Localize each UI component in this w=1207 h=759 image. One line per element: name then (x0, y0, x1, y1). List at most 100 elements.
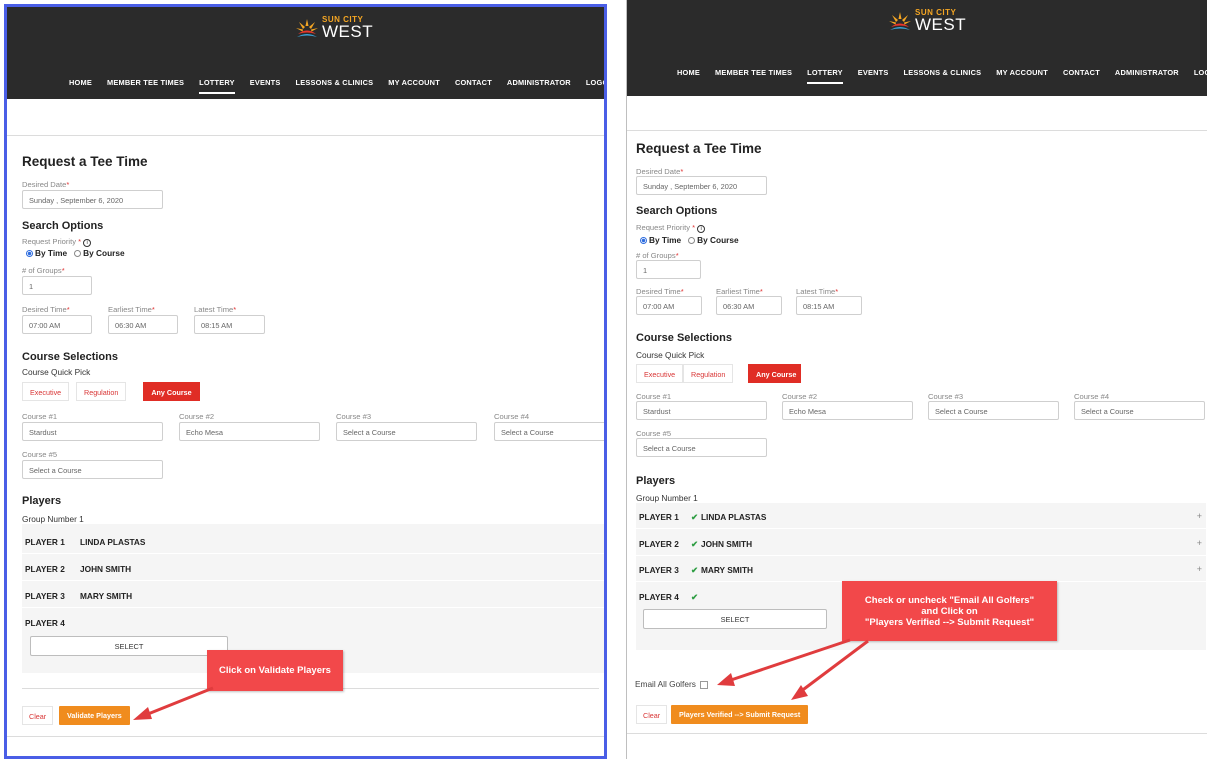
quick-pick-executive-button[interactable]: Executive (636, 364, 684, 383)
nav-administrator[interactable]: ADMINISTRATOR (507, 78, 571, 87)
validate-players-button[interactable]: Validate Players (59, 706, 130, 725)
clear-button[interactable]: Clear (636, 705, 668, 724)
desired-time-field[interactable]: 07:00 AM (22, 315, 92, 334)
nav-member-tee-times[interactable]: MEMBER TEE TIMES (715, 68, 792, 77)
player-row[interactable]: PLAYER 3 ✔ MARY SMITH + (636, 556, 1206, 582)
expand-icon[interactable]: + (1197, 538, 1202, 548)
radio-by-course[interactable]: By Course (74, 248, 125, 258)
course4-select[interactable]: Select a Course (494, 422, 604, 441)
search-options-heading: Search Options (636, 205, 718, 217)
logo-line2: WEST (322, 22, 374, 41)
nav-logout[interactable]: LOGOUT (1194, 68, 1207, 77)
nav-home[interactable]: HOME (677, 68, 700, 77)
group-number-label: Group Number 1 (22, 514, 84, 524)
nav-logout[interactable]: LOGOUT (586, 78, 604, 87)
clear-button[interactable]: Clear (22, 706, 54, 725)
divider (7, 135, 604, 136)
desired-date-field[interactable]: Sunday , September 6, 2020 (636, 176, 767, 195)
check-icon: ✔ (691, 539, 698, 549)
nav-events[interactable]: EVENTS (250, 78, 281, 87)
course3-select[interactable]: Select a Course (336, 422, 477, 441)
nav-lottery[interactable]: LOTTERY (199, 78, 235, 94)
nav-member-tee-times[interactable]: MEMBER TEE TIMES (107, 78, 184, 87)
quick-pick-executive-button[interactable]: Executive (22, 382, 70, 401)
divider (7, 736, 604, 737)
info-icon[interactable]: i (697, 225, 706, 233)
course4-label: Course #4 (494, 412, 530, 421)
nav-lessons-clinics[interactable]: LESSONS & CLINICS (296, 78, 374, 87)
nav-my-account[interactable]: MY ACCOUNT (388, 78, 440, 87)
sun-city-west-logo[interactable]: SUN CITY WEST (295, 16, 373, 40)
course1-select[interactable]: Stardust (636, 401, 767, 420)
sun-city-west-logo[interactable]: SUN CITY WEST (888, 9, 966, 33)
quick-pick-regulation-button[interactable]: Regulation (683, 364, 734, 383)
radio-by-time[interactable]: By Time (26, 248, 67, 258)
course2-select[interactable]: Echo Mesa (782, 401, 913, 420)
course5-label: Course #5 (636, 429, 672, 438)
select-player-button[interactable]: SELECT (643, 609, 827, 629)
radio-unselected-icon (74, 249, 82, 257)
top-navigation-bar: SUN CITY WEST HOME MEMBER TEE TIMES LOTT… (7, 7, 604, 99)
player-row[interactable]: PLAYER 2 JOHN SMITH (22, 555, 604, 581)
nav-events[interactable]: EVENTS (858, 68, 889, 77)
radio-by-time[interactable]: By Time (640, 235, 681, 245)
expand-icon[interactable]: + (1197, 511, 1202, 521)
nav-lessons-clinics[interactable]: LESSONS & CLINICS (904, 68, 982, 77)
quick-pick-any-course-button[interactable]: Any Course (143, 382, 200, 401)
course5-select[interactable]: Select a Course (22, 460, 163, 479)
sunburst-icon (296, 19, 318, 37)
right-screenshot-panel: SUN CITY WEST HOME MEMBER TEE TIMES LOTT… (626, 0, 1207, 759)
nav-contact[interactable]: CONTACT (455, 78, 492, 87)
latest-time-label: Latest Time* (796, 287, 839, 296)
nav-administrator[interactable]: ADMINISTRATOR (1115, 68, 1179, 77)
player-row[interactable]: PLAYER 1 ✔ LINDA PLASTAS + (636, 503, 1206, 529)
quick-pick-any-course-button[interactable]: Any Course (748, 364, 801, 383)
course4-label: Course #4 (1074, 392, 1110, 401)
player-row[interactable]: PLAYER 3 MARY SMITH (22, 582, 604, 608)
annotation-callout: Click on Validate Players (207, 650, 343, 691)
info-icon[interactable]: i (83, 239, 92, 247)
groups-label: # of Groups* (22, 266, 65, 275)
submit-request-button[interactable]: Players Verified --> Submit Request (671, 705, 809, 724)
nav-my-account[interactable]: MY ACCOUNT (996, 68, 1048, 77)
groups-label: # of Groups* (636, 251, 679, 260)
desired-time-field[interactable]: 07:00 AM (636, 296, 702, 315)
left-screenshot-panel: SUN CITY WEST HOME MEMBER TEE TIMES LOTT… (4, 4, 607, 759)
latest-time-field[interactable]: 08:15 AM (796, 296, 862, 315)
groups-field[interactable]: 1 (22, 276, 92, 295)
course-selections-heading: Course Selections (22, 351, 118, 363)
player-row[interactable]: PLAYER 2 ✔ JOHN SMITH + (636, 530, 1206, 556)
radio-by-course[interactable]: By Course (688, 235, 739, 245)
main-nav: HOME MEMBER TEE TIMES LOTTERY EVENTS LES… (69, 71, 604, 94)
players-heading: Players (22, 495, 62, 507)
nav-lottery[interactable]: LOTTERY (807, 68, 843, 84)
request-priority-label: Request Priority * i (22, 237, 92, 247)
course2-select[interactable]: Echo Mesa (179, 422, 320, 441)
select-player-button[interactable]: SELECT (30, 636, 228, 656)
course4-select[interactable]: Select a Course (1074, 401, 1205, 420)
course5-select[interactable]: Select a Course (636, 438, 767, 457)
quick-pick-label: Course Quick Pick (636, 350, 705, 360)
desired-time-label: Desired Time* (22, 305, 70, 314)
player-row[interactable]: PLAYER 1 LINDA PLASTAS (22, 528, 604, 554)
desired-date-field[interactable]: Sunday , September 6, 2020 (22, 190, 163, 209)
course3-select[interactable]: Select a Course (928, 401, 1059, 420)
email-all-golfers[interactable]: Email All Golfers (635, 679, 708, 689)
nav-contact[interactable]: CONTACT (1063, 68, 1100, 77)
page-title: Request a Tee Time (22, 154, 148, 169)
earliest-time-field[interactable]: 06:30 AM (108, 315, 178, 334)
groups-field[interactable]: 1 (636, 260, 701, 279)
request-priority-label: Request Priority * i (636, 223, 706, 233)
course2-label: Course #2 (179, 412, 215, 421)
radio-unselected-icon (688, 236, 696, 244)
earliest-time-label: Earliest Time* (716, 287, 763, 296)
course1-select[interactable]: Stardust (22, 422, 163, 441)
request-priority-radios: By Time By Course (640, 235, 739, 245)
expand-icon[interactable]: + (1197, 564, 1202, 574)
nav-home[interactable]: HOME (69, 78, 92, 87)
latest-time-field[interactable]: 08:15 AM (194, 315, 265, 334)
email-all-checkbox[interactable] (699, 680, 708, 689)
quick-pick-regulation-button[interactable]: Regulation (76, 382, 127, 401)
earliest-time-field[interactable]: 06:30 AM (716, 296, 782, 315)
page-title: Request a Tee Time (636, 141, 762, 156)
